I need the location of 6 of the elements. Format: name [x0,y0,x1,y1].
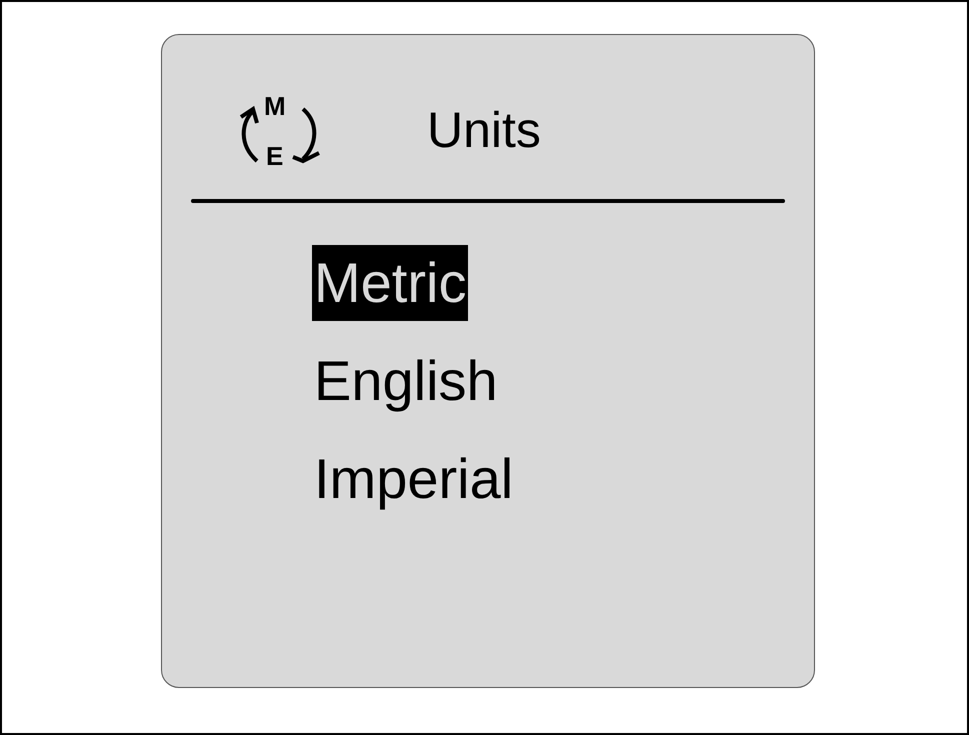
icon-letter: E [266,143,284,169]
menu-option[interactable]: Metric [312,245,468,321]
screen-title: Units [427,101,541,159]
icon-letter: M [264,93,286,119]
menu-option[interactable]: Imperial [312,441,516,517]
menu-option[interactable]: English [312,343,500,419]
